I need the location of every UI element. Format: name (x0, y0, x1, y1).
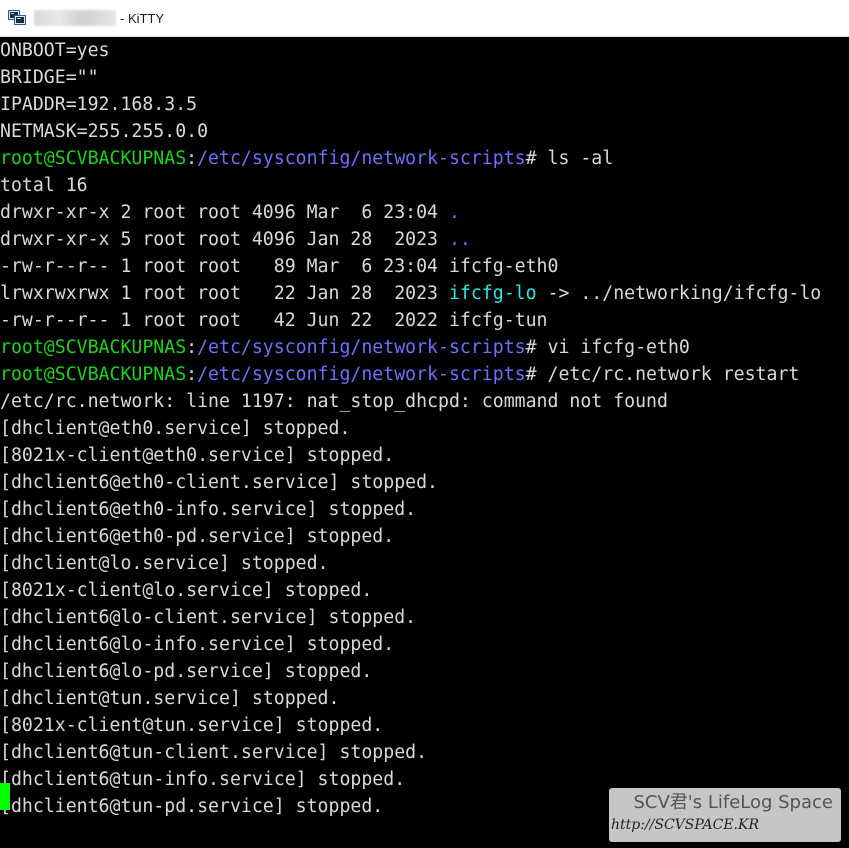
putty-terminal-icon[interactable] (8, 10, 26, 26)
terminal-text-segment: [dhclient6@lo-pd.service] stopped. (0, 661, 373, 682)
terminal-line: root@SCVBACKUPNAS:/etc/sysconfig/network… (0, 334, 849, 361)
terminal-line: [8021x-client@lo.service] stopped. (0, 577, 849, 604)
terminal-text-segment: ifcfg-lo (448, 283, 537, 304)
terminal-text-segment: .. (448, 229, 471, 250)
terminal-line: BRIDGE="" (0, 64, 849, 91)
terminal-text-segment: [dhclient6@tun-client.service] stopped. (0, 742, 428, 763)
terminal-text-segment: drwxr-xr-x 5 root root 4096 Jan 28 2023 (0, 229, 449, 250)
terminal-text-segment: [dhclient6@tun-info.service] stopped. (0, 769, 406, 790)
terminal-line: ONBOOT=yes (0, 37, 849, 64)
terminal-line: -rw-r--r-- 1 root root 89 Mar 6 23:04 if… (0, 253, 849, 280)
terminal-text-segment: [8021x-client@lo.service] stopped. (0, 580, 373, 601)
terminal-text-segment: /etc/sysconfig/network-scripts (197, 364, 526, 385)
window-title: - KiTTY (120, 10, 165, 26)
terminal-text-segment: root@SCVBACKUPNAS (0, 337, 187, 358)
terminal-text-segment: [dhclient@eth0.service] stopped. (0, 418, 351, 439)
terminal-text-segment: . (448, 202, 460, 223)
terminal-text-segment: [8021x-client@tun.service] stopped. (0, 715, 384, 736)
terminal-line: /etc/rc.network: line 1197: nat_stop_dhc… (0, 388, 849, 415)
terminal-text-segment: [dhclient@tun.service] stopped. (0, 688, 340, 709)
terminal-text-segment: /etc/sysconfig/network-scripts (197, 337, 526, 358)
terminal-text-segment: BRIDGE="" (0, 67, 99, 88)
terminal-line: [dhclient6@eth0-info.service] stopped. (0, 496, 849, 523)
terminal-text-segment: root@SCVBACKUPNAS (0, 148, 187, 169)
terminal-text-segment: root@SCVBACKUPNAS (0, 364, 187, 385)
terminal-text-segment: [dhclient6@tun-pd.service] stopped. (0, 796, 384, 817)
terminal-text-segment: NETMASK=255.255.0.0 (0, 121, 209, 142)
terminal-line: [dhclient6@eth0-client.service] stopped. (0, 469, 849, 496)
terminal-line: root@SCVBACKUPNAS:/etc/sysconfig/network… (0, 145, 849, 172)
terminal-line: [dhclient6@lo-pd.service] stopped. (0, 658, 849, 685)
terminal-line: [8021x-client@tun.service] stopped. (0, 712, 849, 739)
terminal-line: [dhclient6@eth0-pd.service] stopped. (0, 523, 849, 550)
terminal-text-segment: # vi ifcfg-eth0 (525, 337, 690, 358)
terminal-text-segment: IPADDR=192.168.3.5 (0, 94, 198, 115)
terminal-line: IPADDR=192.168.3.5 (0, 91, 849, 118)
terminal-text-segment: [dhclient6@lo-info.service] stopped. (0, 634, 395, 655)
terminal-text-segment: -rw-r--r-- 1 root root 89 Mar 6 23:04 if… (0, 256, 559, 277)
terminal-text-segment: total 16 (0, 175, 88, 196)
terminal-text-segment: -> ../networking/ifcfg-lo (536, 283, 822, 304)
terminal-text-segment: : (186, 337, 198, 358)
terminal-text-segment: : (186, 148, 198, 169)
terminal-line: [8021x-client@eth0.service] stopped. (0, 442, 849, 469)
terminal-line: NETMASK=255.255.0.0 (0, 118, 849, 145)
terminal-text-segment: /etc/sysconfig/network-scripts (197, 148, 526, 169)
blurred-hostname (34, 10, 116, 26)
terminal-text-segment: /etc/rc.network: line 1197: nat_stop_dhc… (0, 391, 668, 412)
terminal-text-segment: drwxr-xr-x 2 root root 4096 Mar 6 23:04 (0, 202, 449, 223)
terminal-text-segment: [dhclient@lo.service] stopped. (0, 553, 329, 574)
terminal-line: lrwxrwxrwx 1 root root 22 Jan 28 2023 if… (0, 280, 849, 307)
watermark: SCV君's LifeLog Space http://SCVSPACE.KR (609, 788, 841, 842)
terminal-line: root@SCVBACKUPNAS:/etc/sysconfig/network… (0, 361, 849, 388)
title-bar[interactable]: - KiTTY (0, 0, 849, 37)
terminal-text-segment: [dhclient6@eth0-info.service] stopped. (0, 499, 417, 520)
watermark-url: http://SCVSPACE.KR (611, 817, 760, 833)
terminal-line: [dhclient6@tun-client.service] stopped. (0, 739, 849, 766)
terminal-line: [dhclient@tun.service] stopped. (0, 685, 849, 712)
terminal-text-segment: [dhclient6@eth0-client.service] stopped. (0, 472, 438, 493)
terminal-text-segment: ONBOOT=yes (0, 40, 110, 61)
terminal-line: -rw-r--r-- 1 root root 42 Jun 22 2022 if… (0, 307, 849, 334)
terminal-text-segment: # /etc/rc.network restart (525, 364, 800, 385)
terminal-line: drwxr-xr-x 2 root root 4096 Mar 6 23:04 … (0, 199, 849, 226)
kitty-window: - KiTTY ONBOOT=yes BRIDGE="" IPADDR=192.16… (0, 0, 849, 848)
terminal-text-segment: : (186, 364, 198, 385)
terminal-line: total 16 (0, 172, 849, 199)
terminal-text-segment: [dhclient6@eth0-pd.service] stopped. (0, 526, 395, 547)
terminal-text-segment: [dhclient6@lo-client.service] stopped. (0, 607, 417, 628)
terminal-output[interactable]: ONBOOT=yes BRIDGE="" IPADDR=192.168.3.5 NET… (0, 37, 849, 848)
terminal-cursor (0, 783, 10, 810)
terminal-line: [dhclient@lo.service] stopped. (0, 550, 849, 577)
terminal-text-segment: -rw-r--r-- 1 root root 42 Jun 22 2022 if… (0, 310, 548, 331)
terminal-line: [dhclient6@lo-client.service] stopped. (0, 604, 849, 631)
terminal-line: [dhclient@eth0.service] stopped. (0, 415, 849, 442)
terminal-line: drwxr-xr-x 5 root root 4096 Jan 28 2023 … (0, 226, 849, 253)
terminal-text-segment: # ls -al (525, 148, 614, 169)
terminal-line: [dhclient6@lo-info.service] stopped. (0, 631, 849, 658)
terminal-text-segment: [8021x-client@eth0.service] stopped. (0, 445, 395, 466)
watermark-title: SCV君's LifeLog Space (633, 792, 833, 813)
terminal-text-segment: lrwxrwxrwx 1 root root 22 Jan 28 2023 (0, 283, 449, 304)
